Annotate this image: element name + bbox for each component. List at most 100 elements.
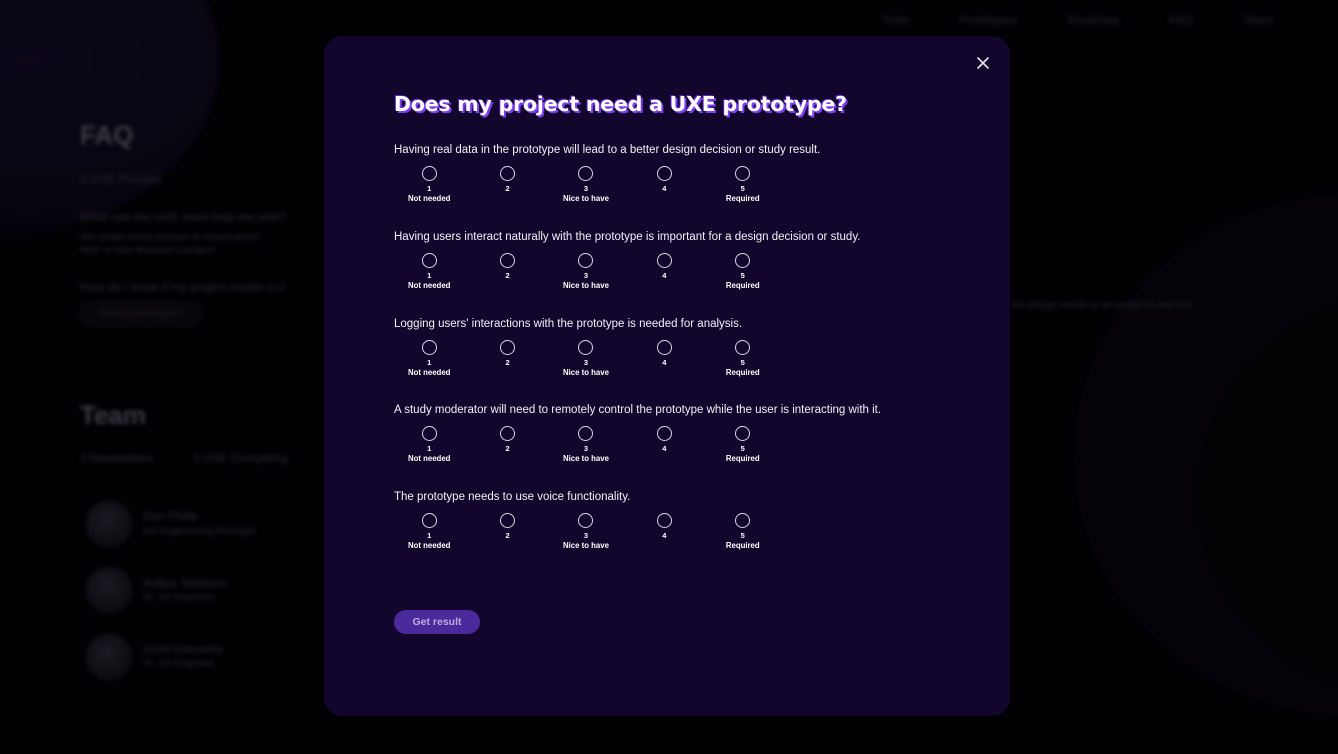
- radio-button[interactable]: [500, 513, 516, 529]
- rating-option-1[interactable]: 1 Not needed: [390, 252, 468, 291]
- option-label: Not needed: [407, 194, 451, 203]
- rating-option-1[interactable]: 1 Not needed: [390, 513, 468, 551]
- option-label: Nice to have: [563, 541, 609, 551]
- rating-option-5[interactable]: 5 Required: [704, 513, 782, 551]
- radio-button[interactable]: [656, 166, 672, 181]
- radio-button[interactable]: [735, 513, 751, 529]
- radio-button[interactable]: [735, 166, 751, 181]
- radio-button[interactable]: [656, 513, 672, 529]
- option-label: Not needed: [407, 454, 451, 464]
- prototype-quiz-modal: Does my project need a UXE prototype? Ha…: [324, 36, 1010, 716]
- option-number: 5: [740, 444, 745, 454]
- option-label: Nice to have: [563, 454, 609, 464]
- option-label: Not needed: [407, 280, 451, 290]
- option-number: 4: [662, 444, 667, 454]
- radio-button[interactable]: [500, 252, 516, 268]
- rating-option-5[interactable]: 5 Required: [704, 252, 782, 291]
- radio-button[interactable]: [735, 339, 751, 355]
- radio-button[interactable]: [421, 339, 437, 355]
- radio-button[interactable]: [500, 426, 516, 442]
- rating-option-2[interactable]: 2: [468, 513, 546, 551]
- radio-button[interactable]: [421, 513, 437, 529]
- option-number: 4: [662, 270, 667, 280]
- rating-option-1[interactable]: 1 Not needed: [390, 426, 468, 464]
- rating-option-5[interactable]: 5 Required: [704, 339, 782, 378]
- option-number: 1: [427, 444, 432, 454]
- question-text: Logging users' interactions with the pro…: [394, 317, 743, 330]
- rating-scale: 1 Not needed 2 3 Nice to have 4 5 Required: [394, 166, 940, 204]
- question-text: Having real data in the prototype will l…: [394, 144, 821, 156]
- rating-option-4[interactable]: 4: [625, 252, 703, 291]
- option-number: 4: [662, 184, 667, 193]
- rating-option-1[interactable]: 1 Not needed: [390, 339, 468, 378]
- option-number: 3: [583, 184, 589, 193]
- radio-button[interactable]: [656, 252, 672, 268]
- option-number: 5: [740, 531, 745, 541]
- radio-button[interactable]: [421, 166, 437, 181]
- get-result-button[interactable]: Get result: [394, 610, 480, 634]
- rating-option-4[interactable]: 4: [625, 166, 703, 204]
- rating-scale: 1 Not needed 2 3 Nice to have 4 5 Required: [394, 426, 940, 464]
- option-number: 2: [505, 444, 510, 454]
- question-text: A study moderator will need to remotely …: [394, 404, 882, 417]
- page: Tools Prototypes Roadmap FAQ Team FAQ 3 …: [0, 0, 1338, 754]
- rating-option-3[interactable]: 3 Nice to have: [547, 513, 625, 551]
- option-number: 1: [427, 357, 432, 367]
- rating-option-4[interactable]: 4: [625, 426, 703, 464]
- option-number: 3: [583, 357, 589, 367]
- option-number: 3: [583, 444, 589, 454]
- radio-button[interactable]: [578, 426, 594, 442]
- option-number: 1: [427, 531, 432, 541]
- question-list: Having real data in the prototype will l…: [394, 143, 940, 577]
- radio-button[interactable]: [500, 166, 516, 181]
- radio-button[interactable]: [421, 252, 437, 268]
- radio-button[interactable]: [578, 166, 594, 181]
- option-number: 3: [583, 531, 589, 541]
- option-number: 2: [505, 184, 510, 193]
- option-label: Required: [725, 367, 760, 377]
- option-number: 5: [740, 184, 745, 193]
- rating-option-4[interactable]: 4: [625, 339, 703, 378]
- rating-option-2[interactable]: 2: [468, 426, 546, 464]
- radio-button[interactable]: [578, 513, 594, 529]
- rating-option-5[interactable]: 5 Required: [704, 426, 782, 464]
- option-number: 5: [740, 270, 745, 280]
- radio-button[interactable]: [500, 339, 516, 355]
- radio-button[interactable]: [735, 426, 751, 442]
- option-number: 5: [740, 357, 745, 367]
- option-label: Required: [725, 280, 760, 290]
- rating-option-3[interactable]: 3 Nice to have: [547, 252, 625, 291]
- rating-option-3[interactable]: 3 Nice to have: [547, 339, 625, 378]
- modal-title: Does my project need a UXE prototype?: [394, 92, 847, 116]
- question-item: Having real data in the prototype will l…: [394, 143, 940, 230]
- question-item: The prototype needs to use voice functio…: [394, 490, 940, 577]
- radio-button[interactable]: [578, 252, 594, 268]
- option-number: 2: [505, 531, 510, 541]
- rating-option-5[interactable]: 5 Required: [704, 166, 782, 204]
- rating-option-1[interactable]: 1 Not needed: [390, 166, 468, 204]
- radio-button[interactable]: [578, 339, 594, 355]
- rating-option-3[interactable]: 3 Nice to have: [547, 426, 625, 464]
- option-number: 4: [662, 531, 667, 541]
- question-text: Having users interact naturally with the…: [394, 230, 861, 243]
- rating-option-2[interactable]: 2: [468, 252, 546, 291]
- close-icon[interactable]: [975, 55, 991, 71]
- question-item: A study moderator will need to remotely …: [394, 403, 940, 490]
- option-label: Required: [725, 541, 760, 551]
- rating-option-3[interactable]: 3 Nice to have: [547, 166, 625, 204]
- radio-button[interactable]: [656, 426, 672, 442]
- option-label: Not needed: [407, 367, 451, 377]
- rating-option-4[interactable]: 4: [625, 513, 703, 551]
- option-label: Not needed: [407, 541, 451, 551]
- radio-button[interactable]: [421, 426, 437, 442]
- option-number: 1: [427, 270, 432, 280]
- radio-button[interactable]: [656, 339, 672, 355]
- rating-scale: 1 Not needed 2 3 Nice to have 4 5 Required: [394, 252, 940, 291]
- option-label: Nice to have: [563, 280, 609, 290]
- option-label: Required: [725, 194, 760, 203]
- rating-option-2[interactable]: 2: [468, 339, 546, 378]
- option-number: 2: [505, 357, 510, 367]
- rating-option-2[interactable]: 2: [468, 166, 546, 204]
- radio-button[interactable]: [735, 252, 751, 268]
- option-number: 3: [583, 270, 589, 280]
